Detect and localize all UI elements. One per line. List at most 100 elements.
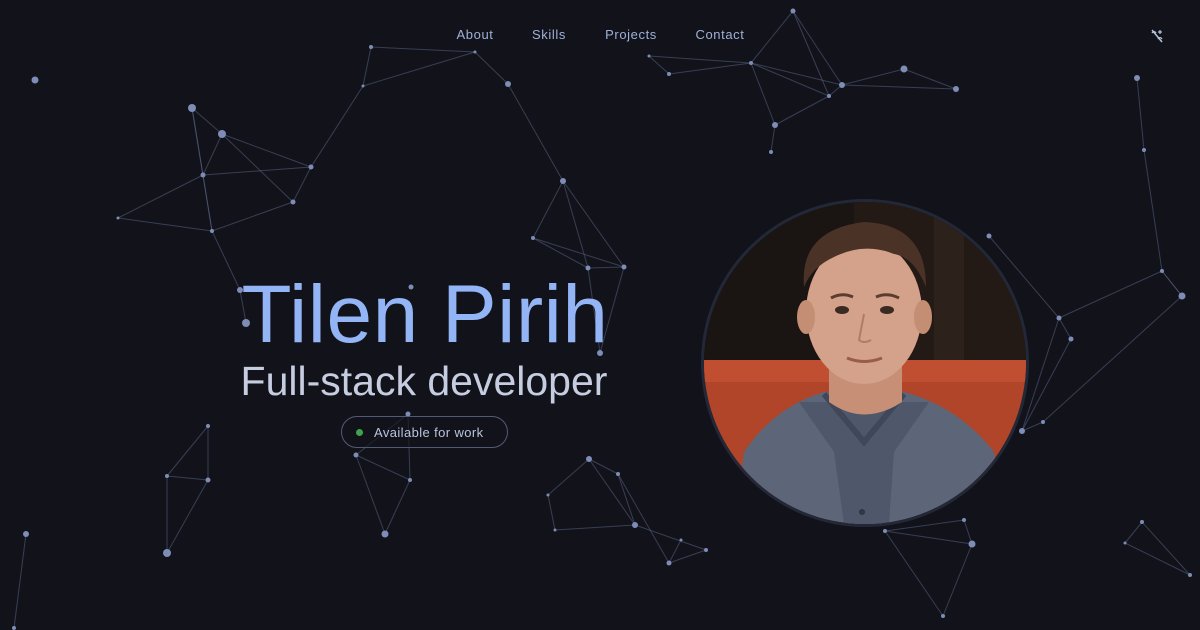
network-edge (841, 68, 905, 86)
network-node (1068, 336, 1074, 342)
network-edge (532, 180, 564, 239)
network-edge (554, 524, 636, 531)
network-node (308, 164, 314, 170)
network-edge (1021, 338, 1072, 432)
network-node (1019, 428, 1025, 434)
network-edge (668, 62, 752, 75)
network-node (31, 76, 39, 84)
network-node (23, 531, 29, 537)
network-edge (648, 55, 752, 64)
network-node (210, 229, 214, 233)
network-edge (1124, 542, 1191, 576)
network-edge (1124, 521, 1143, 544)
network-edge (474, 51, 509, 85)
network-node (1056, 315, 1062, 321)
nav-link-skills[interactable]: Skills (532, 27, 566, 42)
theme-toggle-button[interactable] (1148, 27, 1166, 45)
profile-photo (701, 199, 1029, 527)
network-node (647, 54, 651, 58)
network-edge (292, 166, 312, 203)
network-edge (884, 530, 944, 617)
network-node (666, 560, 672, 566)
network-node (553, 528, 557, 532)
network-node (1178, 292, 1186, 300)
network-node (206, 424, 210, 428)
network-edge (507, 83, 564, 182)
network-edge (1021, 421, 1044, 432)
network-node (1142, 148, 1146, 152)
network-node (749, 61, 753, 65)
network-node (290, 199, 296, 205)
network-node (165, 474, 169, 478)
nav-link-contact[interactable]: Contact (695, 27, 744, 42)
status-badge: Available for work (341, 416, 508, 448)
network-node (790, 8, 796, 14)
network-node (381, 530, 389, 538)
network-node (408, 478, 412, 482)
network-node (1140, 520, 1144, 524)
network-edge (562, 180, 589, 269)
network-edge (963, 519, 973, 545)
network-edge (750, 62, 776, 126)
network-edge (562, 180, 625, 268)
network-node (116, 216, 120, 220)
network-node (704, 548, 708, 552)
network-node (505, 81, 511, 87)
network-edge (770, 124, 776, 153)
theme-toggle-icon (1151, 29, 1163, 43)
network-edge (587, 266, 625, 269)
network-node (621, 264, 627, 270)
network-edge (634, 524, 707, 551)
network-edge (774, 95, 830, 126)
network-edge (1141, 521, 1191, 576)
network-node (839, 82, 845, 88)
nav-link-projects[interactable]: Projects (605, 27, 657, 42)
network-node (1123, 541, 1127, 545)
network-node (1041, 420, 1045, 424)
network-edge (191, 107, 223, 135)
network-edge (884, 530, 973, 545)
status-text: Available for work (374, 424, 484, 440)
network-node (546, 493, 550, 497)
network-node (12, 626, 16, 630)
network-node (667, 72, 671, 76)
network-edge (310, 85, 364, 168)
network-edge (362, 51, 476, 87)
network-edge (202, 133, 223, 176)
network-node (560, 178, 566, 184)
network-node (962, 518, 966, 522)
network-edge (221, 133, 312, 168)
network-node (361, 84, 365, 88)
network-edge (547, 494, 556, 531)
network-node (968, 540, 976, 548)
network-edge (370, 46, 476, 53)
network-node (953, 86, 959, 92)
network-node (986, 233, 992, 239)
network-edge (903, 68, 957, 90)
network-node (531, 236, 535, 240)
network-edge (841, 84, 957, 90)
network-edge (792, 10, 843, 86)
network-edge (617, 473, 670, 564)
nav-link-about[interactable]: About (457, 27, 494, 42)
status-dot-icon (356, 428, 363, 436)
network-edge (166, 479, 209, 554)
network-node (353, 452, 359, 458)
network-edge (166, 425, 209, 477)
network-edge (117, 174, 204, 219)
network-node (163, 549, 171, 557)
network-edge (1136, 77, 1145, 151)
network-edge (1042, 295, 1183, 423)
network-edge (221, 133, 294, 203)
network-node (769, 150, 773, 154)
main-nav: About Skills Projects Contact (0, 27, 1200, 47)
network-edge (942, 543, 973, 617)
network-edge (362, 46, 372, 87)
network-node (772, 122, 778, 128)
network-edge (547, 458, 590, 496)
network-node (1134, 75, 1140, 81)
network-node (473, 50, 477, 54)
network-node (1188, 573, 1192, 577)
network-node (941, 614, 945, 618)
network-node (1160, 269, 1164, 273)
